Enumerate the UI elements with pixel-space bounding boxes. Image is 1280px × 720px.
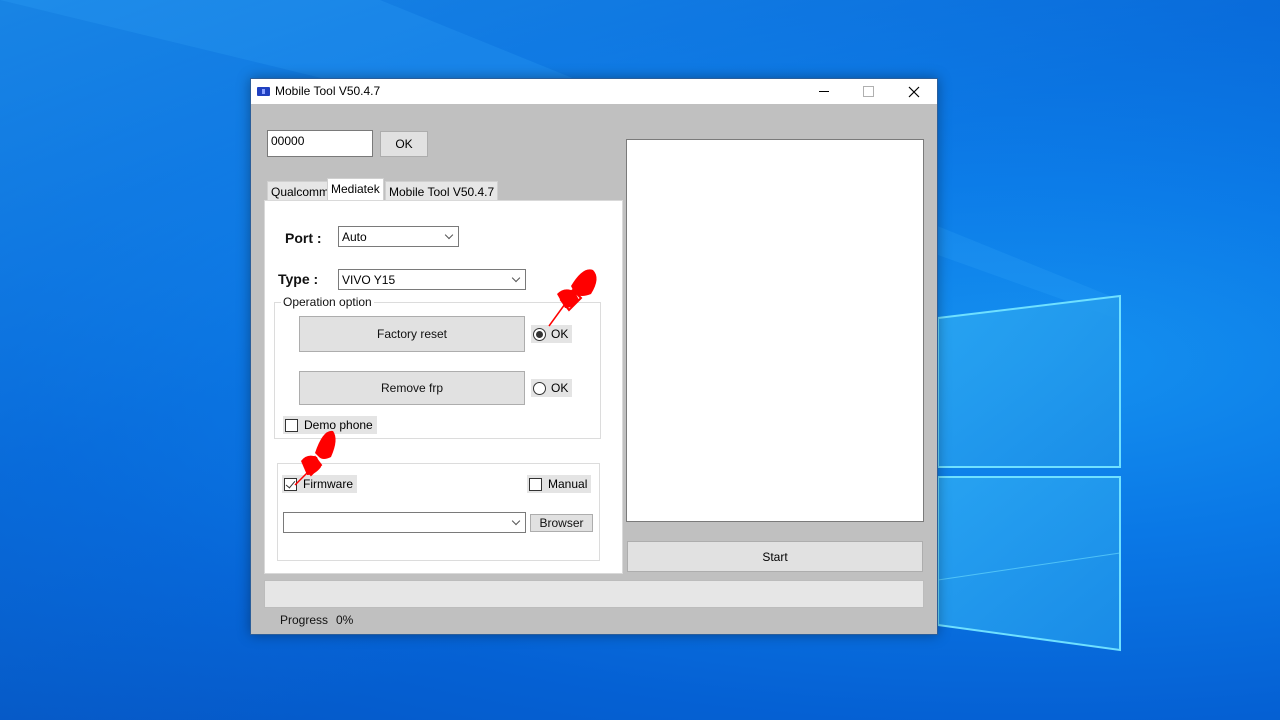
title-bar[interactable]: Mobile Tool V50.4.7 <box>251 79 937 104</box>
chevron-down-icon <box>511 273 521 283</box>
progress-value: 0% <box>336 613 354 627</box>
close-button[interactable] <box>891 79 936 104</box>
type-value: VIVO Y15 <box>342 273 396 287</box>
checkbox-unchecked <box>529 477 542 491</box>
code-input[interactable]: 00000 <box>267 130 373 157</box>
start-button[interactable]: Start <box>627 541 923 572</box>
pushpin-annotation-icon <box>294 430 336 486</box>
port-value: Auto <box>342 230 367 244</box>
type-label: Type : <box>278 271 319 287</box>
firmware-path-select[interactable] <box>283 512 526 533</box>
port-label: Port : <box>285 230 322 246</box>
radio-unchecked <box>533 381 546 395</box>
progress-bar <box>264 580 924 608</box>
tab-mediatek[interactable]: Mediatek <box>327 178 384 201</box>
maximize-button[interactable] <box>846 79 891 104</box>
minimize-button[interactable] <box>801 79 846 104</box>
mediatek-tab-panel: Port : Auto Type : VIVO Y15 Operation op… <box>264 200 623 574</box>
manual-label: Manual <box>548 477 588 491</box>
pushpin-annotation-icon <box>548 269 597 327</box>
logo-pane-top <box>937 294 1121 468</box>
app-window: Mobile Tool V50.4.7 00000 OK Qualcomm Me… <box>250 78 938 635</box>
remove-frp-button[interactable]: Remove frp <box>299 371 525 405</box>
remove-frp-radio-label: OK <box>551 381 569 395</box>
window-title: Mobile Tool V50.4.7 <box>275 84 381 98</box>
type-select[interactable]: VIVO Y15 <box>338 269 526 290</box>
tab-mobile-tool[interactable]: Mobile Tool V50.4.7 <box>385 181 499 200</box>
minimize-icon <box>818 91 829 92</box>
maximize-icon <box>863 86 874 97</box>
chevron-down-icon <box>444 230 454 240</box>
log-output[interactable] <box>626 139 924 522</box>
progress-label: Progress <box>280 613 329 627</box>
operation-option-title: Operation option <box>281 295 374 309</box>
close-icon <box>908 86 919 97</box>
tab-qualcomm[interactable]: Qualcomm <box>267 181 334 200</box>
chevron-down-icon <box>511 516 521 526</box>
browser-button[interactable]: Browser <box>530 514 593 532</box>
app-icon <box>257 87 270 96</box>
manual-checkbox[interactable]: Manual <box>527 475 592 493</box>
factory-reset-button[interactable]: Factory reset <box>299 316 525 352</box>
port-select[interactable]: Auto <box>338 226 459 247</box>
code-ok-button[interactable]: OK <box>380 131 428 157</box>
logo-pane-bottom <box>937 476 1121 652</box>
remove-frp-radio[interactable]: OK <box>531 379 573 397</box>
